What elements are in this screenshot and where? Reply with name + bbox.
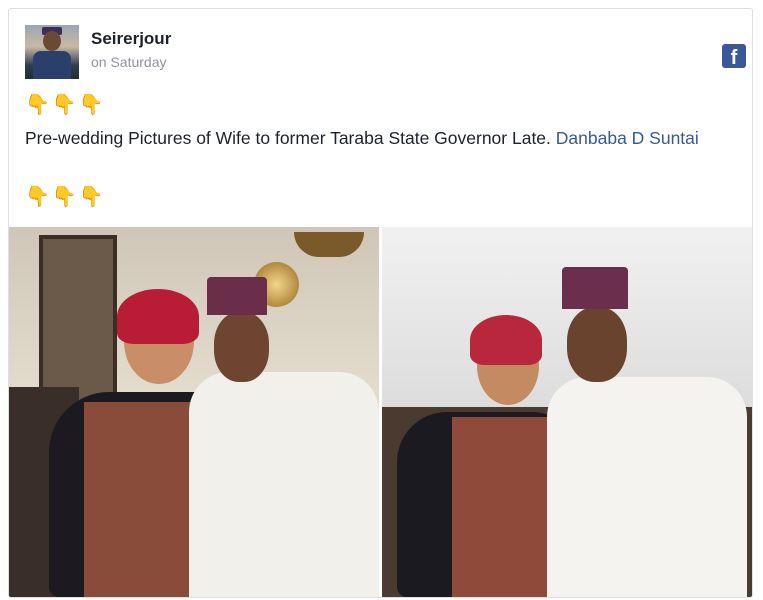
pointing-down-emoji-icon: 👇 — [51, 94, 77, 116]
author-avatar[interactable] — [25, 25, 79, 79]
pointing-down-emoji-icon: 👇 — [25, 94, 50, 116]
facebook-icon[interactable]: f — [722, 44, 746, 68]
post-body: Pre-wedding Pictures of Wife to former T… — [25, 128, 556, 148]
photo-couple-white-backdrop[interactable] — [382, 227, 752, 597]
post-header: Seirerjour on Saturday f — [25, 25, 746, 81]
pointing-down-emoji-icon: 👇 — [78, 94, 104, 116]
photo-couple-indoor[interactable] — [9, 227, 379, 597]
pointing-down-emoji-icon: 👇 — [51, 186, 77, 208]
facebook-post-card: Seirerjour on Saturday f 👇 👇 👇 Pre-weddi… — [8, 8, 753, 598]
author-name[interactable]: Seirerjour — [91, 29, 171, 49]
pointing-down-emoji-icon: 👇 — [25, 186, 50, 208]
post-timestamp[interactable]: on Saturday — [91, 54, 167, 70]
pointing-down-emoji-icon: 👇 — [78, 186, 104, 208]
mention-link[interactable]: Danbaba D Suntai — [556, 128, 699, 148]
emoji-row-top: 👇 👇 👇 — [25, 93, 104, 117]
emoji-row-bottom: 👇 👇 👇 — [25, 185, 104, 209]
post-text: Pre-wedding Pictures of Wife to former T… — [25, 125, 725, 151]
